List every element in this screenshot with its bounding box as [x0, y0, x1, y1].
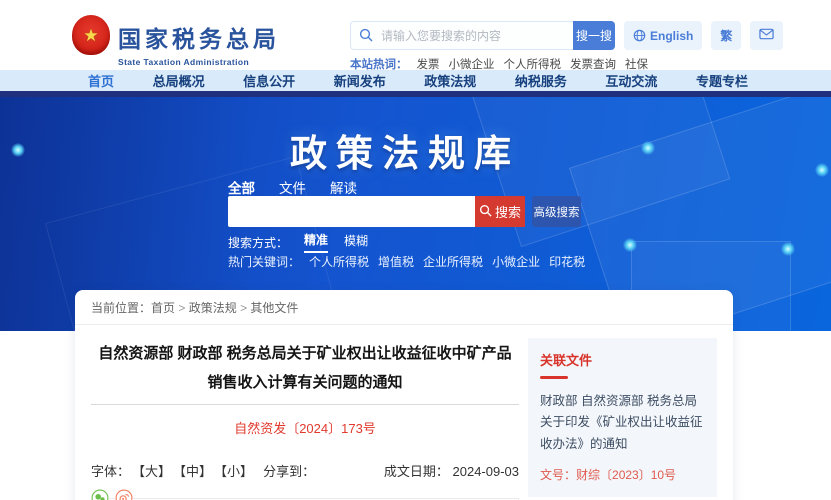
star-icon: ★ [83, 27, 98, 44]
globe-icon [633, 29, 646, 42]
mail-button[interactable] [750, 21, 783, 50]
hot-keywords-label: 热门关键词： [228, 253, 300, 270]
nav-item-home[interactable]: 首页 [88, 71, 114, 90]
keyword[interactable]: 小微企业 [492, 253, 540, 270]
mode-fuzzy[interactable]: 模糊 [344, 232, 368, 252]
traditional-chinese-button[interactable]: 繁 [711, 21, 741, 50]
font-medium-button[interactable]: 【中】 [173, 461, 212, 480]
national-emblem-logo: ★ [72, 15, 110, 55]
breadcrumb-policy[interactable]: 政策法规 [175, 299, 237, 316]
article-column: 自然资源部 财政部 税务总局关于矿业权出让收益征收中矿产品销售收入计算有关问题的… [91, 325, 519, 500]
policy-search-bar: 搜索 高级搜索 [228, 196, 581, 227]
site-header: ★ 国家税务总局 State Taxation Administration 搜… [0, 0, 831, 70]
english-label: English [650, 29, 693, 43]
breadcrumb-label: 当前位置： [91, 299, 151, 316]
policy-search-button[interactable]: 搜索 [475, 196, 525, 227]
keyword[interactable]: 个人所得税 [309, 253, 369, 270]
title-divider [91, 404, 519, 405]
hot-keywords-row: 热门关键词： 个人所得税 增值税 企业所得税 小微企业 印花税 [228, 253, 585, 270]
publish-date: 2024-09-03 [453, 464, 520, 479]
wechat-share-icon[interactable] [91, 489, 109, 500]
nav-item-news[interactable]: 新闻发布 [334, 71, 386, 90]
related-document-number: 文号：财综〔2023〕10号 [540, 466, 705, 483]
search-mode-row: 搜索方式： 精准 模糊 [228, 231, 368, 253]
header-search-input[interactable] [350, 21, 573, 50]
date-label: 成文日期： [384, 464, 449, 479]
site-title: 国家税务总局 [118, 20, 280, 54]
share-row [91, 489, 519, 500]
header-search-box [350, 21, 573, 50]
keyword[interactable]: 企业所得税 [423, 253, 483, 270]
font-size-label: 字体： [91, 461, 130, 480]
related-number-label: 文号： [540, 468, 576, 482]
header-search-button[interactable]: 搜一搜 [573, 21, 615, 50]
article-meta-row: 字体： 【大】 【中】 【小】 分享到： 成文日期： 2024-09-03 [91, 461, 519, 480]
banner-glow-dot [11, 143, 25, 157]
search-icon [479, 204, 492, 220]
weibo-share-icon[interactable] [115, 489, 133, 500]
related-document-link[interactable]: 财政部 自然资源部 税务总局关于印发《矿业权出让收益征收办法》的通知 [540, 391, 705, 455]
mode-precise[interactable]: 精准 [304, 231, 328, 253]
site-logo-text[interactable]: 国家税务总局 State Taxation Administration [118, 20, 280, 67]
related-number-value: 财综〔2023〕10号 [576, 468, 676, 482]
font-large-button[interactable]: 【大】 [132, 461, 171, 480]
page: ★ 国家税务总局 State Taxation Administration 搜… [0, 0, 831, 500]
font-small-button[interactable]: 【小】 [214, 461, 253, 480]
breadcrumb-other-docs[interactable]: 其他文件 [237, 299, 299, 316]
banner-glow-dot [781, 242, 795, 256]
related-documents-panel: 关联文件 财政部 自然资源部 税务总局关于印发《矿业权出让收益征收办法》的通知 … [528, 338, 717, 497]
mail-icon [759, 28, 774, 43]
content-card: 当前位置： 首页 政策法规 其他文件 自然资源部 财政部 税务总局关于矿业权出让… [75, 290, 733, 500]
keyword[interactable]: 印花税 [549, 253, 585, 270]
main-nav: 首页 总局概况 信息公开 新闻发布 政策法规 纳税服务 互动交流 专题专栏 [0, 70, 831, 91]
policy-library-title: 政策法规库 [75, 123, 735, 177]
related-documents-title: 关联文件 [540, 350, 705, 369]
banner-glow-dot [815, 163, 829, 177]
policy-search-input[interactable] [228, 196, 475, 227]
keyword[interactable]: 增值税 [378, 253, 414, 270]
nav-item-tax-service[interactable]: 纳税服务 [515, 71, 567, 90]
document-number: 自然资发〔2024〕173号 [91, 418, 519, 437]
related-title-underline [540, 376, 568, 379]
policy-search-label: 搜索 [495, 202, 521, 221]
header-search-area: 搜一搜 English 繁 [350, 21, 783, 50]
share-label: 分享到： [263, 461, 315, 480]
article-title: 自然资源部 财政部 税务总局关于矿业权出让收益征收中矿产品销售收入计算有关问题的… [91, 339, 519, 398]
search-icon [359, 28, 373, 47]
nav-item-special[interactable]: 专题专栏 [696, 71, 748, 90]
breadcrumb-home[interactable]: 首页 [151, 299, 175, 316]
search-mode-label: 搜索方式： [228, 234, 288, 251]
breadcrumb: 当前位置： 首页 政策法规 其他文件 [75, 290, 733, 325]
english-button[interactable]: English [624, 21, 702, 50]
nav-item-interaction[interactable]: 互动交流 [605, 71, 657, 90]
banner-glow-dot [623, 238, 637, 252]
site-subtitle: State Taxation Administration [118, 57, 280, 67]
nav-item-policy[interactable]: 政策法规 [424, 71, 476, 90]
nav-item-overview[interactable]: 总局概况 [153, 71, 205, 90]
nav-item-disclosure[interactable]: 信息公开 [243, 71, 295, 90]
advanced-search-button[interactable]: 高级搜索 [532, 196, 581, 227]
